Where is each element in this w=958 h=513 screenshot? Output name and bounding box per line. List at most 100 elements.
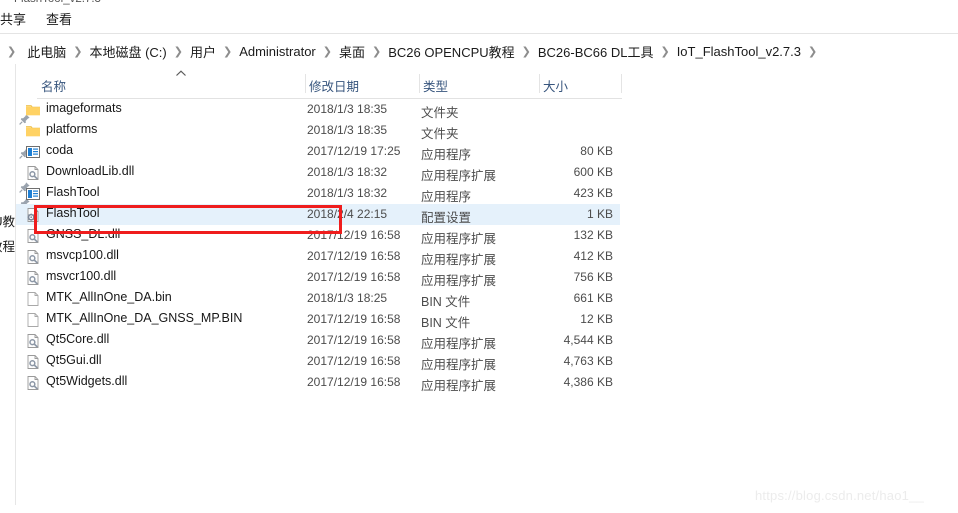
file-size: 4,544 KB — [563, 333, 613, 347]
breadcrumb-item-7[interactable]: IoT_FlashTool_v2.7.3 — [677, 44, 801, 59]
dll-icon — [25, 375, 41, 391]
column-header-2[interactable]: 类型 — [423, 76, 448, 95]
breadcrumb-separator-icon: ❯ — [173, 45, 183, 58]
breadcrumb-item-5[interactable]: BC26 OPENCPU教程 — [388, 42, 514, 61]
file-type: 应用程序 — [421, 148, 472, 162]
file-date-modified: 2017/12/19 16:58 — [307, 375, 401, 389]
breadcrumb-item-4[interactable]: 桌面 — [339, 42, 365, 61]
file-name: msvcr100.dll — [46, 269, 117, 283]
ribbon-tab-bar: 共享 查看 — [0, 10, 958, 32]
file-name: DownloadLib.dll — [46, 164, 135, 178]
file-size: 4,763 KB — [563, 354, 613, 368]
dll-icon — [25, 249, 41, 265]
table-row[interactable]: FlashTool 2018/1/3 18:32 应用程序 423 KB — [16, 183, 620, 204]
breadcrumb[interactable]: ❯ 此电脑 ❯ 本地磁盘 (C:) ❯ 用户 ❯ Administrator ❯ 桌面 ❯ BC26 … — [0, 38, 958, 64]
table-row[interactable]: Qt5Widgets.dll 2017/12/19 16:58 应用程序扩展 4,38… — [16, 372, 620, 393]
file-date-modified: 2018/1/3 18:25 — [307, 291, 388, 305]
breadcrumb-separator-icon: ❯ — [73, 45, 83, 58]
breadcrumb-separator-icon[interactable]: ❯ — [801, 45, 824, 58]
breadcrumb-separator-icon: ❯ — [521, 45, 531, 58]
breadcrumb-item-0[interactable]: 此电脑 — [23, 42, 66, 61]
file-size: 661 KB — [573, 291, 613, 305]
table-row[interactable]: coda 2017/12/19 17:25 应用程序 80 KB — [16, 141, 620, 162]
file-list[interactable]: imageformats 2018/1/3 18:35 文件夹 platforms 20… — [16, 99, 622, 393]
breadcrumb-separator-icon: ❯ — [660, 45, 670, 58]
dll-icon — [25, 354, 41, 370]
file-name: FlashTool — [46, 206, 100, 220]
ribbon-tab-1[interactable]: 查看 — [46, 10, 72, 30]
table-row[interactable]: Qt5Core.dll 2017/12/19 16:58 应用程序扩展 4,544 K… — [16, 330, 620, 351]
dll-icon — [25, 333, 41, 349]
file-type: 配置设置 — [421, 211, 472, 225]
file-size: 423 KB — [573, 186, 613, 200]
file-date-modified: 2017/12/19 17:25 — [307, 144, 401, 158]
breadcrumb-item-1[interactable]: 本地磁盘 (C:) — [89, 42, 166, 61]
table-row[interactable]: MTK_AllInOne_DA_GNSS_MP.BIN 2017/12/19 16… — [16, 309, 620, 330]
dll-icon — [25, 270, 41, 286]
application-icon — [25, 186, 41, 202]
file-type: 文件夹 — [421, 127, 459, 141]
file-type: 应用程序 — [421, 190, 472, 204]
navigation-pane-label-0[interactable]: PU教 — [0, 211, 15, 230]
file-name: coda — [46, 143, 74, 157]
file-name: GNSS_DL.dll — [46, 227, 121, 241]
navigation-pane-label-1[interactable]: 教程_ — [0, 236, 15, 255]
table-row[interactable]: imageformats 2018/1/3 18:35 文件夹 — [16, 99, 620, 120]
table-row[interactable]: Qt5Gui.dll 2017/12/19 16:58 应用程序扩展 4,763 KB — [16, 351, 620, 372]
file-date-modified: 2017/12/19 16:58 — [307, 354, 401, 368]
table-row[interactable]: msvcr100.dll 2017/12/19 16:58 应用程序扩展 756 KB — [16, 267, 620, 288]
file-date-modified: 2017/12/19 16:58 — [307, 270, 401, 284]
column-header-3[interactable]: 大小 — [543, 76, 568, 95]
table-row[interactable]: msvcp100.dll 2017/12/19 16:58 应用程序扩展 412 KB — [16, 246, 620, 267]
breadcrumb-item-6[interactable]: BC26-BC66 DL工具 — [538, 42, 654, 61]
breadcrumb-separator-icon: ❯ — [372, 45, 382, 58]
file-date-modified: 2018/1/3 18:35 — [307, 123, 388, 137]
file-name: Qt5Core.dll — [46, 332, 110, 346]
folder-icon — [25, 123, 41, 139]
file-name: platforms — [46, 122, 98, 136]
file-size: 80 KB — [580, 144, 613, 158]
file-date-modified: 2018/1/3 18:32 — [307, 165, 388, 179]
breadcrumb-separator-icon: ❯ — [7, 45, 17, 58]
file-type: BIN 文件 — [421, 316, 471, 330]
column-divider-2[interactable] — [539, 74, 540, 93]
file-size: 600 KB — [573, 165, 613, 179]
window-title: FlashTool_v2.7.3 — [14, 0, 101, 7]
breadcrumb-item-2[interactable]: 用户 — [190, 42, 216, 61]
file-size: 1 KB — [586, 207, 613, 221]
file-date-modified: 2017/12/19 16:58 — [307, 249, 401, 263]
file-type: 文件夹 — [421, 106, 459, 120]
column-header-row[interactable]: 名称 修改日期 类型 大小 — [37, 70, 622, 99]
file-size: 4,386 KB — [563, 375, 613, 389]
breadcrumb-item-3[interactable]: Administrator — [239, 44, 316, 59]
file-size: 756 KB — [573, 270, 613, 284]
file-name: Qt5Widgets.dll — [46, 374, 128, 388]
column-divider-1[interactable] — [419, 74, 420, 93]
breadcrumb-separator-icon: ❯ — [222, 45, 233, 58]
ribbon-tab-0[interactable]: 共享 — [0, 10, 26, 30]
generic-file-icon — [25, 291, 41, 307]
column-divider-0[interactable] — [305, 74, 306, 93]
file-name: imageformats — [46, 101, 122, 115]
application-icon — [25, 144, 41, 160]
table-row[interactable]: GNSS_DL.dll 2017/12/19 16:58 应用程序扩展 132 KB — [16, 225, 620, 246]
file-size: 412 KB — [573, 249, 613, 263]
column-divider-3[interactable] — [621, 74, 622, 93]
file-name: MTK_AllInOne_DA.bin — [46, 290, 172, 304]
watermark: https://blog.csdn.net/hao1__ — [755, 488, 924, 503]
table-row[interactable]: MTK_AllInOne_DA.bin 2018/1/3 18:25 BIN 文件 6… — [16, 288, 620, 309]
generic-file-icon — [25, 312, 41, 328]
table-row[interactable]: platforms 2018/1/3 18:35 文件夹 — [16, 120, 620, 141]
dll-icon — [25, 165, 41, 181]
file-date-modified: 2017/12/19 16:58 — [307, 312, 401, 326]
file-name: Qt5Gui.dll — [46, 353, 102, 367]
sort-ascending-icon — [175, 70, 187, 77]
column-header-0[interactable]: 名称 — [41, 76, 66, 95]
file-date-modified: 2017/12/19 16:58 — [307, 228, 401, 242]
file-size: 12 KB — [580, 312, 613, 326]
table-row[interactable]: FlashTool 2018/2/4 22:15 配置设置 1 KB — [16, 204, 620, 225]
file-name: MTK_AllInOne_DA_GNSS_MP.BIN — [46, 311, 243, 325]
table-row[interactable]: DownloadLib.dll 2018/1/3 18:32 应用程序扩展 600 K… — [16, 162, 620, 183]
column-header-1[interactable]: 修改日期 — [309, 76, 359, 95]
file-name: FlashTool — [46, 185, 100, 199]
